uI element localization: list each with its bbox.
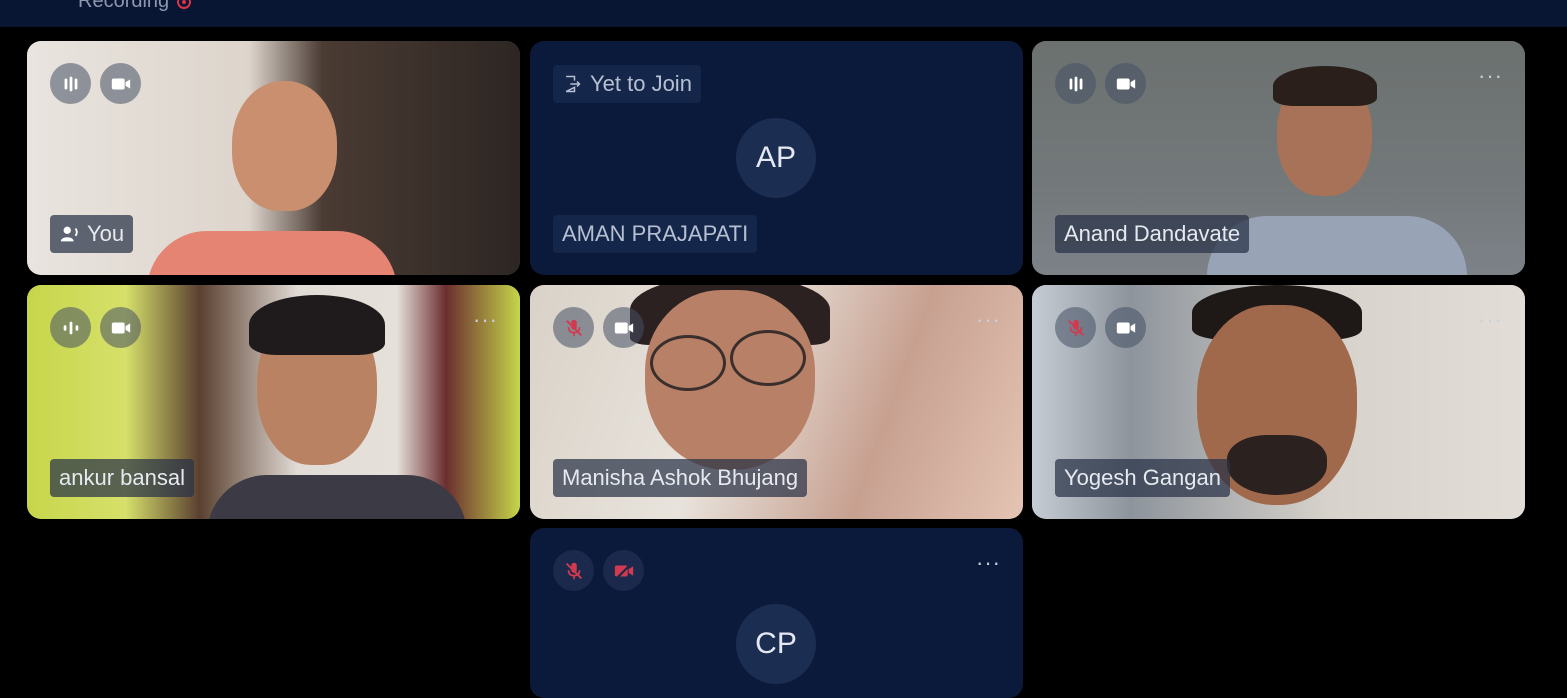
participant-name-label: Anand Dandavate bbox=[1055, 215, 1250, 253]
exit-door-icon bbox=[565, 75, 581, 93]
more-options-icon[interactable]: ··· bbox=[1478, 309, 1503, 331]
participant-name-label: You bbox=[50, 215, 134, 253]
avatar-initials: CP bbox=[736, 604, 816, 684]
avatar-initials: AP bbox=[736, 118, 816, 198]
recording-indicator: Recording bbox=[78, 0, 192, 13]
mic-off-icon bbox=[1067, 319, 1084, 336]
mic-muted-button[interactable] bbox=[1055, 307, 1096, 348]
audio-level-button[interactable] bbox=[50, 307, 91, 348]
camera-button[interactable] bbox=[1105, 63, 1146, 104]
camera-button[interactable] bbox=[1105, 307, 1146, 348]
mic-muted-button[interactable] bbox=[553, 550, 594, 591]
participant-name-label: ankur bansal bbox=[50, 459, 194, 497]
more-options-icon[interactable]: ··· bbox=[473, 309, 498, 331]
participant-tile-yogesh[interactable]: ··· Yogesh Gangan bbox=[1032, 285, 1525, 519]
participant-silhouette bbox=[207, 295, 467, 519]
participant-name-label: AMAN PRAJAPATI bbox=[553, 215, 758, 253]
audio-level-icon bbox=[63, 321, 78, 334]
participant-name: Yogesh Gangan bbox=[1064, 465, 1221, 490]
camera-icon bbox=[111, 78, 130, 89]
participant-name: Manisha Ashok Bhujang bbox=[562, 465, 799, 490]
meeting-header: Recording bbox=[0, 0, 1567, 27]
audio-level-icon bbox=[64, 76, 77, 91]
participant-name: ankur bansal bbox=[59, 465, 185, 490]
participant-name: You bbox=[87, 221, 125, 246]
audio-level-button[interactable] bbox=[1055, 63, 1096, 104]
mic-off-icon bbox=[565, 319, 582, 336]
camera-icon bbox=[1116, 78, 1135, 89]
audio-level-icon bbox=[1069, 76, 1082, 91]
camera-button[interactable] bbox=[603, 307, 644, 348]
more-options-icon[interactable]: ··· bbox=[976, 309, 1001, 331]
participant-name: Anand Dandavate bbox=[1064, 221, 1241, 246]
recording-label: Recording bbox=[78, 0, 170, 12]
participant-name-label: Manisha Ashok Bhujang bbox=[553, 459, 808, 497]
camera-button[interactable] bbox=[100, 307, 141, 348]
more-options-icon[interactable]: ··· bbox=[1478, 65, 1503, 87]
join-status: Yet to Join bbox=[590, 71, 692, 96]
camera-icon bbox=[614, 322, 633, 333]
camera-button[interactable] bbox=[100, 63, 141, 104]
participant-name-label: Yogesh Gangan bbox=[1055, 459, 1230, 497]
camera-off-button[interactable] bbox=[603, 550, 644, 591]
recording-dot-icon bbox=[177, 0, 192, 9]
mic-off-icon bbox=[565, 562, 582, 579]
participant-tile-aman[interactable]: Yet to Join AP AMAN PRAJAPATI bbox=[530, 41, 1023, 275]
participant-tile-cp[interactable]: ··· CP bbox=[530, 528, 1023, 698]
camera-icon bbox=[111, 322, 130, 333]
participant-silhouette bbox=[147, 81, 397, 275]
speaker-icon bbox=[60, 226, 78, 242]
participant-tile-anand[interactable]: ··· Anand Dandavate bbox=[1032, 41, 1525, 275]
mic-muted-button[interactable] bbox=[553, 307, 594, 348]
more-options-icon[interactable]: ··· bbox=[976, 552, 1001, 574]
audio-level-button[interactable] bbox=[50, 63, 91, 104]
participant-tile-you[interactable]: You bbox=[27, 41, 520, 275]
participant-tile-manisha[interactable]: ··· Manisha Ashok Bhujang bbox=[530, 285, 1023, 519]
participant-name: AMAN PRAJAPATI bbox=[562, 221, 749, 246]
participant-tile-ankur[interactable]: ··· ankur bansal bbox=[27, 285, 520, 519]
camera-icon bbox=[1116, 322, 1135, 333]
yet-to-join-badge: Yet to Join bbox=[553, 65, 701, 103]
camera-off-icon bbox=[614, 561, 633, 580]
